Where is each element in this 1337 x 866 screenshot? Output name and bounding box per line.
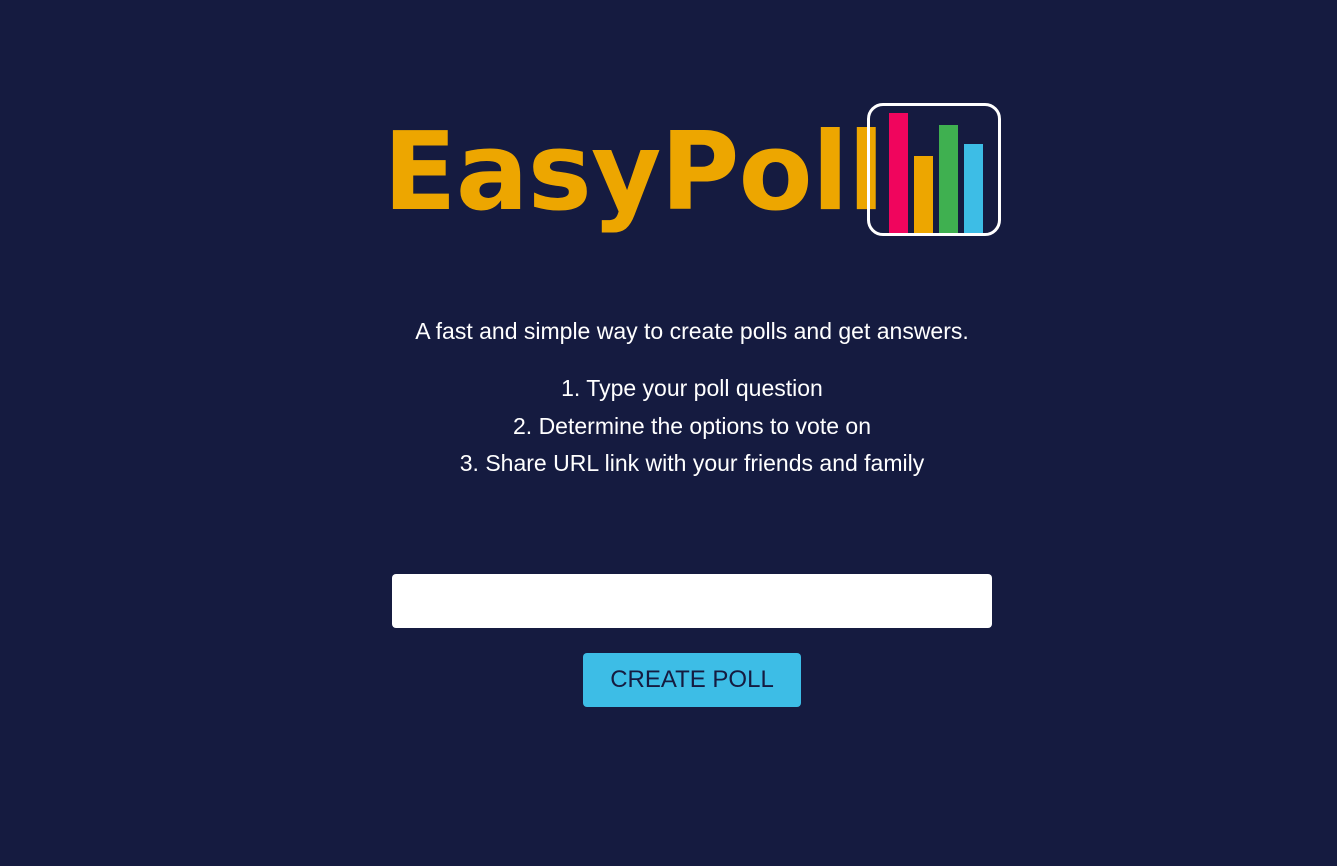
bar-chart-icon [867,103,1001,236]
step-item: 2. Determine the options to vote on [513,412,871,439]
tagline: A fast and simple way to create polls an… [415,318,969,344]
logo: EasyPoll [0,103,1337,243]
create-poll-button[interactable]: CREATE POLL [583,653,801,707]
step-item: 3. Share URL link with your friends and … [459,450,925,476]
steps-list: 1. Type your poll question 2. Determine … [0,370,1337,483]
poll-question-input[interactable] [392,574,992,628]
step-item: 1. Type your poll question [561,375,823,401]
logo-text: EasyPoll [383,110,885,235]
landing-page: EasyPoll A fast and simple way to create… [0,0,1337,866]
